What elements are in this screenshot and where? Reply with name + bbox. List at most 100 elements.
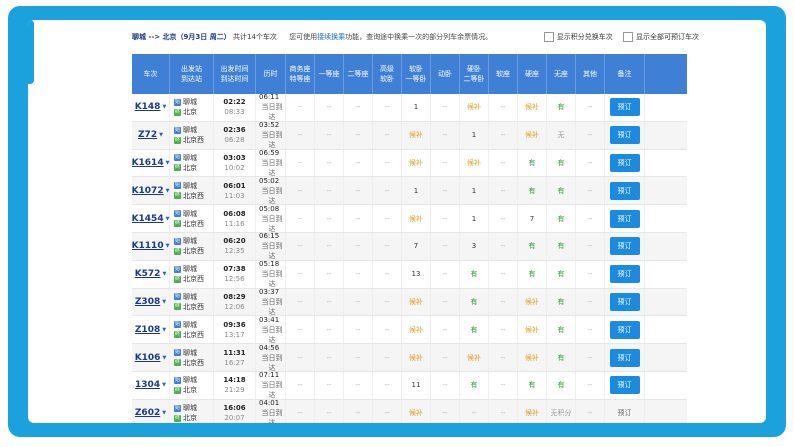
- train-number-link[interactable]: K1110: [132, 241, 164, 251]
- seat-hard-value[interactable]: 有: [471, 269, 478, 279]
- seat-soft-value[interactable]: 候补: [409, 130, 423, 140]
- train-number-link[interactable]: 1304: [135, 380, 160, 390]
- seat-soft-value[interactable]: 候补: [409, 353, 423, 363]
- seat-hard-value[interactable]: 1: [472, 215, 476, 223]
- seat-soft-value[interactable]: 1: [414, 187, 418, 195]
- seat-noseat-value[interactable]: 有: [558, 186, 565, 196]
- all-bookable-checkbox[interactable]: [623, 32, 633, 42]
- book-button[interactable]: 预订: [609, 320, 640, 339]
- train-number-link[interactable]: Z72: [138, 130, 157, 140]
- expand-triangle-icon[interactable]: ▼: [159, 132, 163, 138]
- terminal-badge-icon: 终: [174, 331, 181, 339]
- expand-triangle-icon[interactable]: ▼: [162, 299, 166, 305]
- train-number-link[interactable]: Z108: [135, 325, 160, 335]
- expand-triangle-icon[interactable]: ▼: [166, 243, 170, 249]
- seat-hard-value[interactable]: 有: [471, 297, 478, 307]
- seat-soft-value[interactable]: 候补: [409, 325, 423, 335]
- seat-hard-value[interactable]: 候补: [467, 353, 481, 363]
- seat-noseat-value[interactable]: 有: [558, 353, 565, 363]
- book-button[interactable]: 预订: [609, 181, 640, 200]
- seat-hardseat-value[interactable]: 7: [530, 215, 534, 223]
- seat-business-value: --: [297, 103, 303, 112]
- seat-noseat-value[interactable]: 有: [558, 214, 565, 224]
- seat-noseat-value[interactable]: 有: [558, 269, 565, 279]
- expand-triangle-icon[interactable]: ▼: [162, 410, 166, 416]
- remark-cell: 预订: [605, 205, 645, 232]
- seat-soft-value[interactable]: 候补: [409, 158, 423, 168]
- seat-soft-value[interactable]: 13: [412, 270, 421, 278]
- book-button[interactable]: 预订: [609, 98, 640, 117]
- seat-noseat-value[interactable]: 有: [558, 325, 565, 335]
- seat-hardseat-value[interactable]: 有: [529, 158, 536, 168]
- book-button[interactable]: 预订: [609, 292, 640, 311]
- expand-triangle-icon[interactable]: ▼: [162, 104, 166, 110]
- train-number-link[interactable]: Z308: [135, 297, 160, 307]
- seat-noseat-value[interactable]: 有: [558, 241, 565, 251]
- seat-noseat-value[interactable]: 有: [558, 380, 565, 390]
- expand-triangle-icon[interactable]: ▼: [166, 216, 170, 222]
- seat-soft-value[interactable]: 候补: [409, 214, 423, 224]
- seat-hardseat-value[interactable]: 候补: [525, 408, 539, 418]
- expand-triangle-icon[interactable]: ▼: [166, 160, 170, 166]
- seat-hardseat-value[interactable]: 有: [529, 269, 536, 279]
- expand-triangle-icon[interactable]: ▼: [162, 355, 166, 361]
- seat-other-cell: --: [576, 232, 605, 260]
- seat-noseat-value[interactable]: 有: [558, 158, 565, 168]
- train-number-link[interactable]: K106: [135, 353, 161, 363]
- seat-hardseat-value[interactable]: 候补: [525, 353, 539, 363]
- seat-hardseat-value[interactable]: 有: [529, 241, 536, 251]
- seat-first-value: --: [326, 186, 332, 195]
- train-number-link[interactable]: Z602: [135, 408, 160, 418]
- book-button[interactable]: 预订: [609, 265, 640, 284]
- seat-noseat-cell: 有: [547, 149, 576, 177]
- seat-hardseat-value[interactable]: 有: [529, 380, 536, 390]
- seat-hard-value[interactable]: 候补: [467, 102, 481, 112]
- seat-hardseat-value[interactable]: 有: [529, 186, 536, 196]
- book-button[interactable]: 预订: [609, 153, 640, 172]
- expand-triangle-icon[interactable]: ▼: [162, 271, 166, 277]
- seat-hard-value[interactable]: 有: [471, 325, 478, 335]
- seat-hard-value[interactable]: 1: [472, 131, 476, 139]
- seat-hardseat-value[interactable]: 候补: [525, 130, 539, 140]
- seat-soft-value[interactable]: 1: [414, 103, 418, 111]
- train-number-link[interactable]: K1072: [132, 186, 164, 196]
- seat-second-cell: --: [344, 177, 373, 205]
- seat-soft-value[interactable]: 11: [412, 381, 421, 389]
- book-button[interactable]: 预订: [609, 376, 640, 395]
- seat-hardseat-value[interactable]: 候补: [525, 325, 539, 335]
- seat-noseat-value[interactable]: 有: [558, 102, 565, 112]
- book-button[interactable]: 预订: [609, 348, 640, 367]
- train-number-link[interactable]: K1614: [132, 158, 164, 168]
- transfer-link[interactable]: 接续换乘: [317, 33, 345, 41]
- book-button[interactable]: 预订: [609, 209, 640, 228]
- seat-hard-value[interactable]: 1: [472, 187, 476, 195]
- seat-hard-cell: 候补: [460, 344, 489, 371]
- expand-triangle-icon[interactable]: ▼: [166, 188, 170, 194]
- book-button[interactable]: 预订: [609, 237, 640, 256]
- seat-first-value: --: [326, 242, 332, 251]
- seat-soft-value[interactable]: 7: [414, 242, 418, 250]
- book-button[interactable]: 预订: [610, 404, 640, 422]
- seat-hard-value[interactable]: 有: [471, 380, 478, 390]
- seat-second-value: --: [355, 297, 361, 306]
- seat-hard-value[interactable]: 3: [472, 242, 476, 250]
- train-number-link[interactable]: K148: [135, 102, 161, 112]
- to-station: 北京西: [183, 136, 204, 145]
- seat-hard-value[interactable]: 候补: [467, 158, 481, 168]
- col-duration[interactable]: 历时: [256, 54, 286, 94]
- col-times[interactable]: 出发时间 到达时间: [214, 54, 256, 94]
- book-button[interactable]: 预订: [609, 126, 640, 145]
- col-train[interactable]: 车次: [132, 54, 170, 94]
- seat-hardseat-value[interactable]: 候补: [525, 297, 539, 307]
- points-exchange-checkbox[interactable]: [543, 32, 554, 42]
- seat-soft-value[interactable]: 候补: [409, 408, 423, 418]
- train-number-link[interactable]: K1454: [132, 214, 164, 224]
- seat-soft-value[interactable]: 候补: [409, 297, 423, 307]
- expand-triangle-icon[interactable]: ▼: [162, 327, 166, 333]
- col-second: 二等座: [344, 54, 373, 94]
- seat-noseat-value: 无: [557, 131, 565, 140]
- train-number-link[interactable]: K572: [135, 269, 161, 279]
- seat-hardseat-value[interactable]: 候补: [525, 102, 539, 112]
- seat-noseat-value[interactable]: 有: [558, 297, 565, 307]
- expand-triangle-icon[interactable]: ▼: [162, 382, 166, 388]
